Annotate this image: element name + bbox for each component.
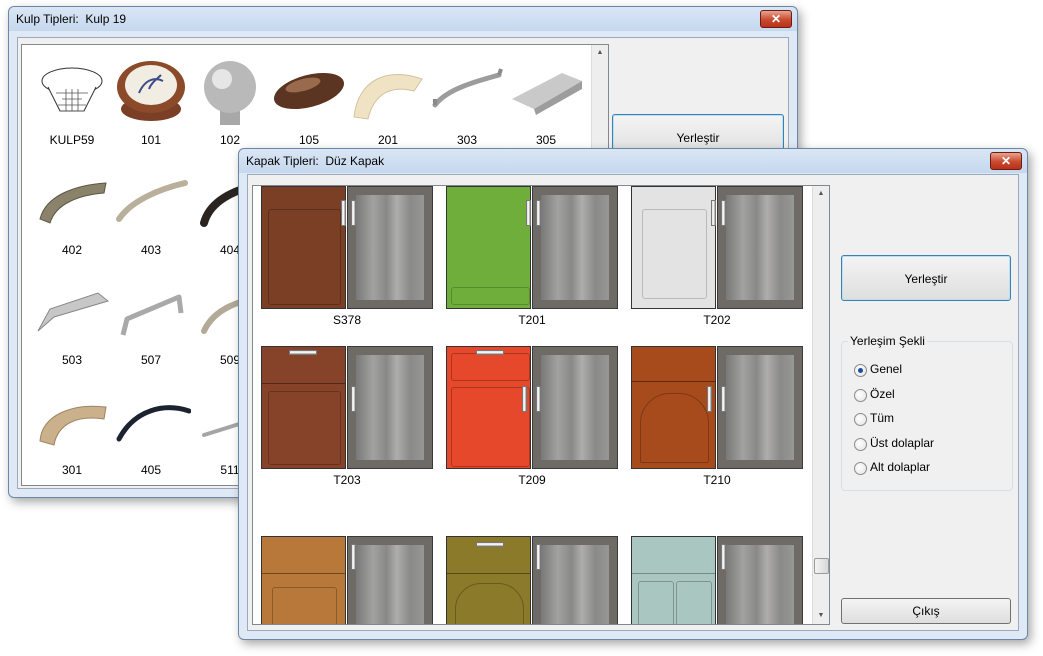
kapak-window-title: Kapak Tipleri: Düz Kapak	[246, 154, 385, 168]
door-panel	[631, 536, 716, 624]
door-thumbnail	[261, 536, 433, 624]
handle-icon	[526, 200, 531, 226]
handle-icon	[721, 544, 726, 570]
radio-label: Alt dolaplar	[870, 460, 931, 474]
radio-icon	[854, 438, 867, 451]
scroll-down-arrow-icon[interactable]: ▼	[813, 608, 829, 624]
door-label: T203	[333, 473, 361, 487]
glass-door-panel	[532, 536, 618, 624]
handle-icon	[536, 544, 541, 570]
handle-icon	[351, 200, 356, 226]
handle-icon	[707, 386, 712, 412]
glass-door-panel	[347, 186, 433, 309]
door-panel	[261, 536, 346, 624]
scroll-up-arrow-icon[interactable]: ▲	[813, 186, 829, 202]
door-panel	[261, 346, 346, 469]
door-thumbnail	[261, 186, 433, 309]
radio-label: Tüm	[870, 411, 894, 425]
door-thumbnail	[446, 186, 618, 309]
handle-icon	[711, 200, 716, 226]
kapak-title-bar[interactable]: Kapak Tipleri: Düz Kapak ✕	[239, 149, 1027, 173]
door-thumbnail	[631, 186, 803, 309]
door-thumbnail	[631, 536, 803, 624]
handle-icon	[476, 542, 504, 547]
list-item[interactable]: 305	[491, 59, 601, 151]
glass-door-panel	[532, 186, 618, 309]
door-thumbnail	[446, 536, 618, 624]
radio-label: Üst dolaplar	[870, 436, 935, 450]
glass-door-panel	[532, 346, 618, 469]
handle-icon	[721, 386, 726, 412]
scroll-up-arrow-icon[interactable]: ▲	[592, 45, 608, 61]
door-label: T201	[518, 313, 546, 327]
exit-button[interactable]: Çıkış	[841, 598, 1011, 624]
door-panel	[446, 536, 531, 624]
close-icon: ✕	[1000, 154, 1012, 168]
door-thumbnail	[631, 346, 803, 469]
kulp-title-bar[interactable]: Kulp Tipleri: Kulp 19 ✕	[9, 7, 797, 31]
kulp-close-button[interactable]: ✕	[760, 10, 792, 28]
handle-icon	[721, 200, 726, 226]
kapak-client-area: S378 T201 T202 T203 T209 T210 ▲ ▼ Yerleş…	[247, 174, 1019, 631]
glass-door-panel	[347, 346, 433, 469]
glass-door-panel	[717, 346, 803, 469]
kulp-window-title: Kulp Tipleri: Kulp 19	[16, 12, 127, 26]
radio-icon	[854, 413, 867, 426]
handle-icon	[522, 386, 527, 412]
scroll-thumb[interactable]	[814, 558, 829, 574]
door-panel	[261, 186, 346, 309]
door-panel	[446, 186, 531, 309]
kapak-tipleri-window: Kapak Tipleri: Düz Kapak ✕ S378 T201 T20…	[238, 148, 1028, 640]
handle-icon	[351, 386, 356, 412]
glass-door-panel	[717, 536, 803, 624]
handle-icon	[536, 386, 541, 412]
kapak-place-button[interactable]: Yerleştir	[841, 255, 1011, 301]
handle-icon	[536, 200, 541, 226]
handle-icon	[351, 544, 356, 570]
handle-icon	[289, 350, 317, 355]
item-label: 305	[535, 133, 557, 147]
close-icon: ✕	[770, 12, 782, 26]
radio-selected-icon	[854, 364, 867, 377]
kulp-place-label: Yerleştir	[676, 131, 720, 145]
door-panel	[631, 346, 716, 469]
radio-icon	[854, 389, 867, 402]
radio-label: Genel	[870, 362, 903, 376]
door-label: S378	[332, 313, 362, 327]
radio-icon	[854, 462, 867, 475]
door-label: T202	[703, 313, 731, 327]
radio-label: Özel	[870, 387, 895, 401]
handle-profile-icon	[512, 73, 582, 115]
glass-door-panel	[717, 186, 803, 309]
handle-icon	[341, 200, 346, 226]
door-panel	[446, 346, 531, 469]
kapak-close-button[interactable]: ✕	[990, 152, 1022, 170]
door-label: T210	[703, 473, 731, 487]
door-thumbnail	[446, 346, 618, 469]
kapak-list[interactable]: S378 T201 T202 T203 T209 T210 ▲ ▼	[252, 185, 830, 625]
door-label: T209	[518, 473, 546, 487]
kapak-place-label: Yerleştir	[904, 272, 948, 286]
group-title: Yerleşim Şekli	[848, 334, 927, 348]
door-thumbnail	[261, 346, 433, 469]
door-panel	[631, 186, 716, 309]
placement-mode-group: Yerleşim Şekli Genel Özel Tüm Üst dolapl…	[841, 334, 1013, 491]
handle-icon	[476, 350, 504, 355]
kapak-scrollbar[interactable]: ▲ ▼	[812, 186, 829, 624]
exit-label: Çıkış	[912, 604, 940, 618]
glass-door-panel	[347, 536, 433, 624]
